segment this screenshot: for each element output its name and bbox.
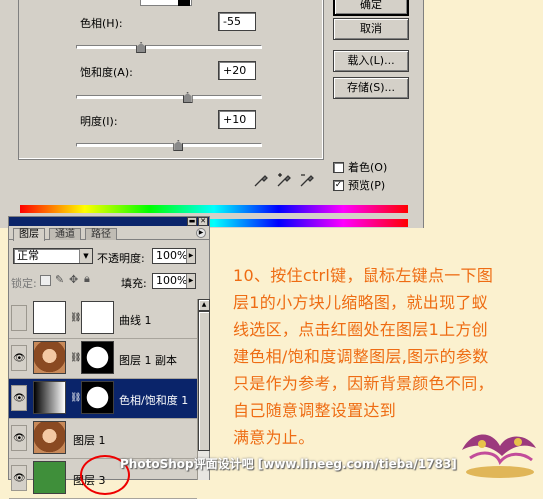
scroll-up-icon[interactable]: ▲ <box>198 299 210 311</box>
ok-button[interactable]: 确定 <box>333 0 409 16</box>
blend-mode-select[interactable]: 正常 ▼ <box>13 248 93 264</box>
tutorial-line: 10、按住ctrl键，鼠标左键点一下图 <box>233 266 494 285</box>
eye-icon: 👁︎ <box>13 473 26 484</box>
blend-mode-value: 正常 <box>17 249 39 262</box>
opacity-value: 100% <box>156 249 188 262</box>
colorize-checkbox-row[interactable]: 着色(O) <box>333 159 387 175</box>
visibility-toggle[interactable]: 👁︎ <box>11 425 27 451</box>
colorize-checkbox[interactable] <box>333 161 344 173</box>
eyedropper-plus-icon[interactable] <box>276 172 292 188</box>
load-button[interactable]: 载入(L)... <box>333 50 409 72</box>
layer-thumbnail[interactable] <box>33 421 66 454</box>
tab-paths[interactable]: 路径 <box>85 228 117 240</box>
layer-thumbnail[interactable] <box>33 341 66 374</box>
lock-label: 锁定: <box>11 277 37 290</box>
palette-tabs: 图层 通道 路径 ▶ <box>9 226 209 241</box>
lock-all-icon[interactable]: 🔒︎ <box>84 272 90 286</box>
layer-row[interactable]: 👁︎ 图层 1 <box>9 419 197 459</box>
tutorial-line: 线选区，点击红圈处在图层1上方创 <box>233 320 488 339</box>
saturation-input[interactable]: +20 <box>218 61 256 80</box>
layer-row[interactable]: 👁︎ ⛓ 色相/饱和度 1 <box>9 379 197 419</box>
eye-icon: 👁︎ <box>13 433 26 444</box>
mask-link-icon[interactable]: ⛓ <box>70 353 81 363</box>
tutorial-line: 只是作为参考，因新背景颜色不同， <box>233 374 494 393</box>
saturation-slider-track[interactable] <box>76 95 262 99</box>
close-icon[interactable]: ✕ <box>198 217 208 226</box>
layer-row[interactable]: ⛓ 曲线 1 <box>9 299 197 339</box>
tutorial-line: 层1的小方块儿缩略图，就出现了蚁 <box>233 293 488 312</box>
save-button[interactable]: 存储(S)... <box>333 77 409 99</box>
opacity-label: 不透明度: <box>97 252 145 265</box>
tutorial-text: 10、按住ctrl键，鼠标左键点一下图 层1的小方块儿缩略图，就出现了蚁 线选区，点… <box>233 262 533 451</box>
minimize-icon[interactable]: ▬ <box>187 217 197 226</box>
fill-input[interactable]: 100% ▶ <box>152 273 196 289</box>
lightness-label: 明度(I): <box>80 115 118 128</box>
layer-mask-thumbnail[interactable] <box>81 341 114 374</box>
mask-link-icon[interactable]: ⛓ <box>70 393 81 403</box>
layer-name: 色相/饱和度 1 <box>119 394 189 407</box>
tutorial-line: 自己随意调整设置达到 <box>233 401 397 420</box>
palette-menu-icon[interactable]: ▶ <box>196 228 206 238</box>
lightness-input[interactable]: +10 <box>218 110 256 129</box>
saturation-label: 饱和度(A): <box>80 66 133 79</box>
lock-move-icon[interactable]: ✥ <box>69 273 78 286</box>
layer-mask-thumbnail[interactable] <box>81 381 114 414</box>
source-spectrum-bar <box>20 205 408 213</box>
layer-thumbnail[interactable] <box>33 301 66 334</box>
eye-icon: 👁︎ <box>13 393 26 404</box>
visibility-toggle[interactable]: 👁︎ <box>11 465 27 491</box>
eye-icon: 👁︎ <box>13 353 26 364</box>
scroll-thumb[interactable] <box>198 311 210 451</box>
preview-checkbox[interactable]: ✓ <box>333 179 344 191</box>
palette-titlebar[interactable]: ▬ ✕ <box>9 217 209 226</box>
hue-input[interactable]: -55 <box>218 12 256 31</box>
hue-slider-track[interactable] <box>76 45 262 49</box>
fill-arrow-icon[interactable]: ▶ <box>186 274 195 288</box>
tab-channels[interactable]: 通道 <box>49 228 81 240</box>
layer-thumbnail[interactable] <box>33 461 66 494</box>
preview-label: 预览(P) <box>348 179 386 192</box>
hue-saturation-dialog: 色相(H): -55 饱和度(A): +20 明度(I): +10 确定 取消 … <box>0 0 424 228</box>
layer-mask-thumbnail[interactable] <box>81 301 114 334</box>
colorize-label: 着色(O) <box>348 161 388 174</box>
lightness-slider-track[interactable] <box>76 143 262 147</box>
site-watermark: PhotoShop评面设计吧 [www.lineeg.com/tieba/178… <box>120 457 457 471</box>
edit-dropdown-arrow[interactable] <box>178 0 190 6</box>
visibility-toggle[interactable] <box>11 305 27 331</box>
site-logo <box>462 434 536 478</box>
mask-link-icon[interactable]: ⛓ <box>70 313 81 323</box>
hue-label: 色相(H): <box>80 17 123 30</box>
fill-value: 100% <box>156 274 188 287</box>
cancel-button[interactable]: 取消 <box>333 18 409 40</box>
layer-name: 图层 1 副本 <box>119 354 177 367</box>
layer-name: 曲线 1 <box>119 314 152 327</box>
visibility-toggle[interactable]: 👁︎ <box>11 385 27 411</box>
tutorial-line: 建色相/饱和度调整图层,图示的参数 <box>233 347 489 366</box>
eyedropper-icon[interactable] <box>253 172 269 188</box>
adjustment-group-box <box>18 0 324 160</box>
lock-transparent-icon[interactable] <box>40 275 51 286</box>
tab-layers[interactable]: 图层 <box>13 228 45 241</box>
layers-scrollbar[interactable]: ▲ <box>197 299 210 480</box>
lock-brush-icon[interactable]: ✎ <box>55 273 64 286</box>
opacity-arrow-icon[interactable]: ▶ <box>186 249 195 263</box>
preview-checkbox-row[interactable]: ✓ 预览(P) <box>333 177 385 193</box>
chevron-down-icon: ▼ <box>79 249 92 263</box>
layer-name: 图层 1 <box>73 434 106 447</box>
visibility-toggle[interactable]: 👁︎ <box>11 345 27 371</box>
layer-thumbnail[interactable] <box>33 381 66 414</box>
opacity-input[interactable]: 100% ▶ <box>152 248 196 264</box>
eyedropper-minus-icon[interactable] <box>299 172 315 188</box>
layer-row[interactable]: 👁︎ ⛓ 图层 1 副本 <box>9 339 197 379</box>
layers-palette: ▬ ✕ 图层 通道 路径 ▶ 正常 ▼ 不透明度: 100% ▶ 锁定: ✎ ✥… <box>8 216 210 499</box>
fill-label: 填充: <box>121 277 147 290</box>
